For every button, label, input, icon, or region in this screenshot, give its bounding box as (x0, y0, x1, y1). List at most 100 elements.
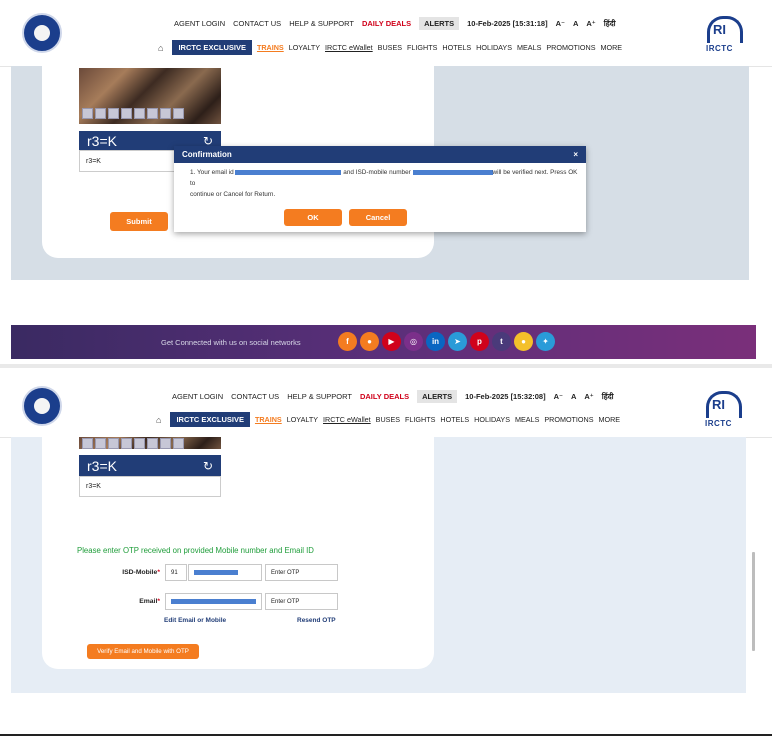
agent-login-link[interactable]: AGENT LOGIN (172, 392, 223, 401)
home-icon[interactable]: ⌂ (158, 43, 163, 53)
irctc-logo-mark: RI (713, 22, 726, 37)
header-panel-1: AGENT LOGIN CONTACT US HELP & SUPPORT DA… (0, 0, 772, 67)
mobile-otp-input[interactable]: Enter OTP (265, 564, 338, 581)
nav-trains[interactable]: TRAINS (257, 43, 284, 52)
tumblr-icon[interactable]: t (492, 332, 511, 351)
hindi-language-link[interactable]: हिंदी (604, 19, 616, 29)
main-nav: ⌂ IRCTC EXCLUSIVE TRAINS LOYALTY IRCTC e… (158, 40, 622, 55)
ok-button[interactable]: OK (284, 209, 342, 226)
irctc-logo[interactable]: RI IRCTC (702, 389, 742, 433)
instagram-icon[interactable]: ◎ (404, 332, 423, 351)
messenger-icon[interactable]: ● (360, 332, 379, 351)
nav-more[interactable]: MORE (601, 43, 623, 52)
submit-button[interactable]: Submit (110, 212, 168, 231)
contact-us-link[interactable]: CONTACT US (233, 19, 281, 28)
font-decrease-button[interactable]: A⁻ (556, 19, 565, 28)
nav-meals[interactable]: MEALS (517, 43, 541, 52)
nav-flights[interactable]: FLIGHTS (405, 415, 435, 424)
font-decrease-button[interactable]: A⁻ (554, 392, 563, 401)
dialog-text-mid: and ISD-mobile number (343, 169, 411, 176)
nav-buses[interactable]: BUSES (376, 415, 400, 424)
email-field[interactable] (165, 593, 262, 610)
font-increase-button[interactable]: A⁺ (584, 392, 593, 401)
nav-loyalty[interactable]: LOYALTY (287, 415, 318, 424)
verify-otp-button[interactable]: Verify Email and Mobile with OTP (87, 644, 199, 659)
email-otp-input[interactable]: Enter OTP (265, 593, 338, 610)
captcha-text: r3=K (87, 457, 117, 474)
help-support-link[interactable]: HELP & SUPPORT (289, 19, 354, 28)
isd-code-field[interactable]: 91 (165, 564, 187, 581)
captcha-input[interactable]: r3=K (79, 476, 221, 497)
email-label: Email* (139, 598, 160, 605)
nav-holidays[interactable]: HOLIDAYS (476, 43, 512, 52)
header-panel-2: AGENT LOGIN CONTACT US HELP & SUPPORT DA… (0, 373, 772, 438)
twitter-icon[interactable]: ✦ (536, 332, 555, 351)
irctc-logo[interactable]: RI IRCTC (703, 14, 743, 58)
captcha-banner-image (79, 68, 221, 124)
nav-ewallet[interactable]: IRCTC eWallet (325, 43, 373, 52)
cancel-button[interactable]: Cancel (349, 209, 407, 226)
font-normal-button[interactable]: A (573, 19, 578, 28)
home-icon[interactable]: ⌂ (156, 415, 161, 425)
nav-more[interactable]: MORE (599, 415, 621, 424)
nav-hotels[interactable]: HOTELS (442, 43, 471, 52)
dialog-text-prefix: 1. Your email id (190, 169, 234, 176)
top-links: AGENT LOGIN CONTACT US HELP & SUPPORT DA… (174, 17, 616, 30)
agent-login-link[interactable]: AGENT LOGIN (174, 19, 225, 28)
redacted-mobile (194, 570, 238, 575)
alerts-button[interactable]: ALERTS (417, 390, 458, 403)
redacted-mobile (412, 169, 493, 175)
otp-instruction: Please enter OTP received on provided Mo… (77, 546, 314, 555)
nav-meals[interactable]: MEALS (515, 415, 539, 424)
daily-deals-link[interactable]: DAILY DEALS (360, 392, 409, 401)
nav-ewallet[interactable]: IRCTC eWallet (323, 415, 371, 424)
resend-otp-link[interactable]: Resend OTP (297, 617, 336, 624)
captcha-dots (82, 438, 184, 449)
help-support-link[interactable]: HELP & SUPPORT (287, 392, 352, 401)
font-normal-button[interactable]: A (571, 392, 576, 401)
contact-us-link[interactable]: CONTACT US (231, 392, 279, 401)
nav-promotions[interactable]: PROMOTIONS (546, 43, 595, 52)
captcha-text: r3=K (87, 132, 117, 149)
daily-deals-link[interactable]: DAILY DEALS (362, 19, 411, 28)
telegram-icon[interactable]: ➤ (448, 332, 467, 351)
indian-railways-logo[interactable] (22, 386, 62, 426)
irctc-exclusive-button[interactable]: IRCTC EXCLUSIVE (170, 412, 250, 427)
nav-trains[interactable]: TRAINS (255, 415, 282, 424)
koo-icon[interactable]: ● (514, 332, 533, 351)
isd-mobile-label: ISD-Mobile* (122, 569, 160, 576)
captcha-banner-image (79, 437, 221, 449)
indian-railways-logo[interactable] (22, 13, 62, 53)
youtube-icon[interactable]: ▶ (382, 332, 401, 351)
close-icon[interactable]: × (573, 150, 578, 159)
font-increase-button[interactable]: A⁺ (586, 19, 595, 28)
nav-holidays[interactable]: HOLIDAYS (474, 415, 510, 424)
dialog-header: Confirmation × (174, 146, 586, 163)
hindi-language-link[interactable]: हिंदी (602, 392, 614, 402)
redacted-email (171, 599, 256, 604)
dialog-line-1: 1. Your email id and ISD-mobile number w… (190, 167, 582, 189)
nav-promotions[interactable]: PROMOTIONS (544, 415, 593, 424)
refresh-icon[interactable]: ↻ (203, 459, 213, 473)
redacted-email (235, 169, 342, 175)
captcha-display: r3=K ↻ (79, 455, 221, 476)
irctc-logo-text: IRCTC (706, 44, 733, 53)
alerts-button[interactable]: ALERTS (419, 17, 460, 30)
nav-loyalty[interactable]: LOYALTY (289, 43, 320, 52)
edit-email-mobile-link[interactable]: Edit Email or Mobile (164, 617, 226, 624)
facebook-icon[interactable]: f (338, 332, 357, 351)
pinterest-icon[interactable]: p (470, 332, 489, 351)
irctc-logo-text: IRCTC (705, 419, 732, 428)
linkedin-icon[interactable]: in (426, 332, 445, 351)
nav-flights[interactable]: FLIGHTS (407, 43, 437, 52)
confirmation-dialog: Confirmation × 1. Your email id and ISD-… (174, 146, 586, 232)
social-icons: f ● ▶ ◎ in ➤ p t ● ✦ (338, 332, 555, 351)
irctc-exclusive-button[interactable]: IRCTC EXCLUSIVE (172, 40, 252, 55)
social-networks-strip: Get Connected with us on social networks… (11, 325, 756, 359)
nav-hotels[interactable]: HOTELS (440, 415, 469, 424)
nav-buses[interactable]: BUSES (378, 43, 402, 52)
scrollbar-thumb[interactable] (752, 552, 755, 651)
datetime: 10-Feb-2025 [15:31:18] (467, 19, 548, 28)
datetime: 10-Feb-2025 [15:32:08] (465, 392, 546, 401)
mobile-number-field[interactable] (188, 564, 262, 581)
